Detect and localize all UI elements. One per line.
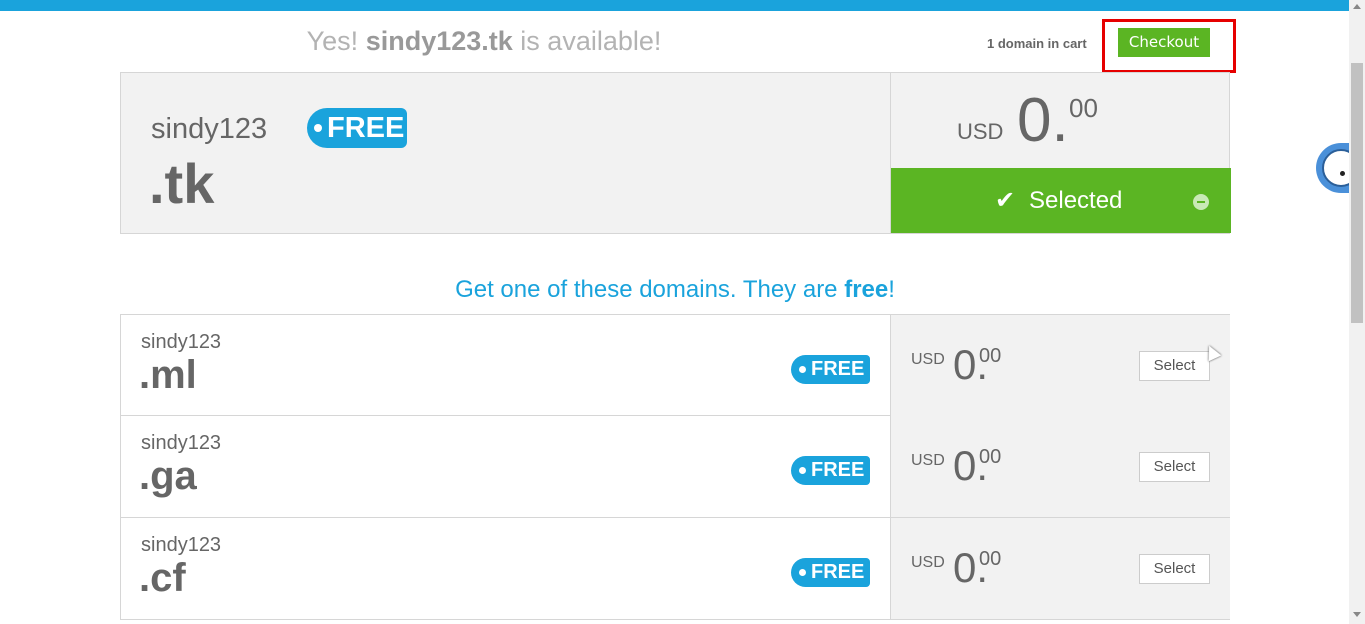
- price-decimal: 00: [979, 345, 1002, 367]
- domain-tld: .ml: [139, 353, 197, 397]
- price-currency: USD: [957, 119, 1004, 144]
- selected-domain-info: sindy123 FREE .tk: [121, 73, 890, 233]
- domain-price-panel: USD 0. 00 Select: [890, 416, 1230, 517]
- price-currency: USD: [911, 554, 945, 571]
- suggestions-heading: Get one of these domains. They are free!: [120, 276, 1230, 304]
- free-badge: FREE: [791, 558, 870, 587]
- checkmark-icon: ✔: [995, 187, 1016, 214]
- checkout-highlight-box: [1102, 19, 1236, 73]
- selected-domain-price-panel: USD 0. 00 ✔ Selected: [890, 73, 1231, 233]
- suggestions-heading-prefix: Get one of these domains. They are: [455, 276, 838, 303]
- selected-domain-card: sindy123 FREE .tk USD 0. 00 ✔ Selected: [120, 72, 1231, 234]
- scroll-up-arrow-icon[interactable]: [1353, 4, 1361, 9]
- suggested-domain-row: sindy123 .ml FREE USD 0. 00 Select: [120, 314, 1230, 416]
- price-decimal: 00: [979, 446, 1002, 468]
- domain-tld: .cf: [139, 556, 186, 600]
- select-button[interactable]: Select: [1139, 351, 1210, 381]
- selected-label: Selected: [1029, 187, 1123, 214]
- selected-domain-tld: .tk: [149, 152, 215, 215]
- price-currency: USD: [911, 351, 945, 368]
- vertical-scrollbar[interactable]: [1349, 0, 1365, 624]
- select-button[interactable]: Select: [1139, 554, 1210, 584]
- domain-price-panel: USD 0. 00 Select: [890, 315, 1230, 416]
- price-currency: USD: [911, 452, 945, 469]
- suggestions-heading-suffix: !: [888, 276, 895, 303]
- suggestions-heading-bold: free: [844, 276, 889, 303]
- availability-headline: Yes! sindy123.tk is available!: [120, 26, 848, 57]
- free-badge: FREE: [307, 108, 407, 148]
- price-decimal: 00: [1069, 93, 1098, 123]
- avatar-eye: [1340, 171, 1345, 176]
- scrollbar-thumb[interactable]: [1351, 63, 1363, 323]
- selected-toggle-button[interactable]: ✔ Selected: [891, 168, 1231, 233]
- suggested-domain-row: sindy123 .cf FREE USD 0. 00 Select: [120, 518, 1230, 620]
- domain-tld: .ga: [139, 454, 197, 498]
- cart-count: 1 domain in cart: [987, 36, 1087, 51]
- domain-name: sindy123: [141, 331, 222, 353]
- suggested-domain-row: sindy123 .ga FREE USD 0. 00 Select: [120, 416, 1230, 518]
- top-accent-bar: [0, 0, 1349, 11]
- domain-name: sindy123: [141, 432, 222, 454]
- domain-price-panel: USD 0. 00 Select: [890, 518, 1230, 619]
- availability-suffix: is available!: [520, 26, 662, 56]
- scroll-down-arrow-icon[interactable]: [1353, 612, 1361, 617]
- price-integer: 0.: [1017, 86, 1069, 155]
- select-button[interactable]: Select: [1139, 452, 1210, 482]
- remove-icon[interactable]: [1193, 194, 1209, 210]
- selected-domain-name: sindy123: [151, 113, 268, 145]
- price-decimal: 00: [979, 548, 1002, 570]
- suggested-domains-list: sindy123 .ml FREE USD 0. 00 Select sindy…: [120, 314, 1230, 620]
- availability-prefix: Yes!: [306, 26, 359, 56]
- availability-domain: sindy123.tk: [365, 26, 513, 56]
- free-badge: FREE: [791, 355, 870, 384]
- free-badge: FREE: [791, 456, 870, 485]
- domain-name: sindy123: [141, 534, 222, 556]
